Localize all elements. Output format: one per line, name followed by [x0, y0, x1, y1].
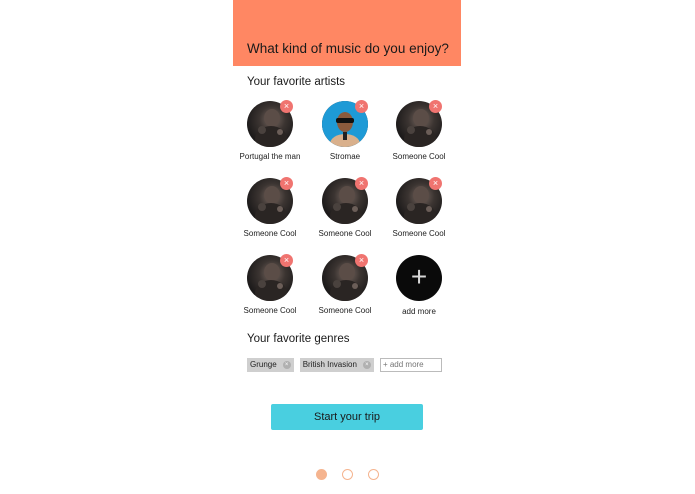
- artist-item[interactable]: × Stromae: [308, 100, 382, 171]
- add-artist-label: add more: [402, 307, 436, 316]
- artist-item[interactable]: × Someone Cool: [382, 177, 456, 248]
- artist-name: Someone Cool: [243, 306, 297, 315]
- artist-item[interactable]: × Someone Cool: [308, 177, 382, 248]
- remove-genre-icon[interactable]: ×: [362, 360, 371, 369]
- add-genre-input[interactable]: [379, 357, 442, 372]
- genres-section-title: Your favorite genres: [247, 333, 350, 345]
- remove-artist-icon[interactable]: ×: [355, 100, 368, 113]
- plus-icon[interactable]: +: [396, 255, 442, 301]
- artist-item[interactable]: × Someone Cool: [382, 100, 456, 171]
- remove-artist-icon[interactable]: ×: [280, 177, 293, 190]
- artist-name: Someone Cool: [392, 229, 446, 238]
- genres-list: Grunge × British Invasion ×: [247, 357, 442, 372]
- artists-section-title: Your favorite artists: [247, 76, 346, 88]
- page-dot-active[interactable]: [316, 469, 327, 480]
- page-dot[interactable]: [368, 469, 379, 480]
- page-title: What kind of music do you enjoy?: [247, 41, 449, 56]
- remove-artist-icon[interactable]: ×: [355, 177, 368, 190]
- header: What kind of music do you enjoy?: [233, 0, 461, 66]
- genre-chip-label: Grunge: [250, 360, 277, 369]
- artist-name: Someone Cool: [243, 229, 297, 238]
- add-artist-item[interactable]: + add more: [382, 255, 456, 325]
- remove-genre-icon[interactable]: ×: [282, 360, 291, 369]
- artist-item[interactable]: × Someone Cool: [233, 254, 307, 325]
- artist-item[interactable]: × Portugal the man: [233, 100, 307, 171]
- start-trip-button[interactable]: Start your trip: [271, 404, 423, 430]
- genre-chip: Grunge ×: [247, 357, 294, 372]
- artist-item[interactable]: × Someone Cool: [308, 254, 382, 325]
- onboarding-screen: What kind of music do you enjoy? Your fa…: [233, 0, 461, 494]
- remove-artist-icon[interactable]: ×: [429, 177, 442, 190]
- remove-artist-icon[interactable]: ×: [280, 100, 293, 113]
- remove-artist-icon[interactable]: ×: [429, 100, 442, 113]
- artist-name: Portugal the man: [239, 152, 301, 161]
- pagination-dots: [316, 469, 379, 481]
- genre-chip-label: British Invasion: [302, 360, 357, 369]
- genre-chip: British Invasion ×: [299, 357, 374, 372]
- artist-item[interactable]: × Someone Cool: [233, 177, 307, 248]
- remove-artist-icon[interactable]: ×: [280, 254, 293, 267]
- artist-name: Someone Cool: [392, 152, 446, 161]
- remove-artist-icon[interactable]: ×: [355, 254, 368, 267]
- page-dot[interactable]: [342, 469, 353, 480]
